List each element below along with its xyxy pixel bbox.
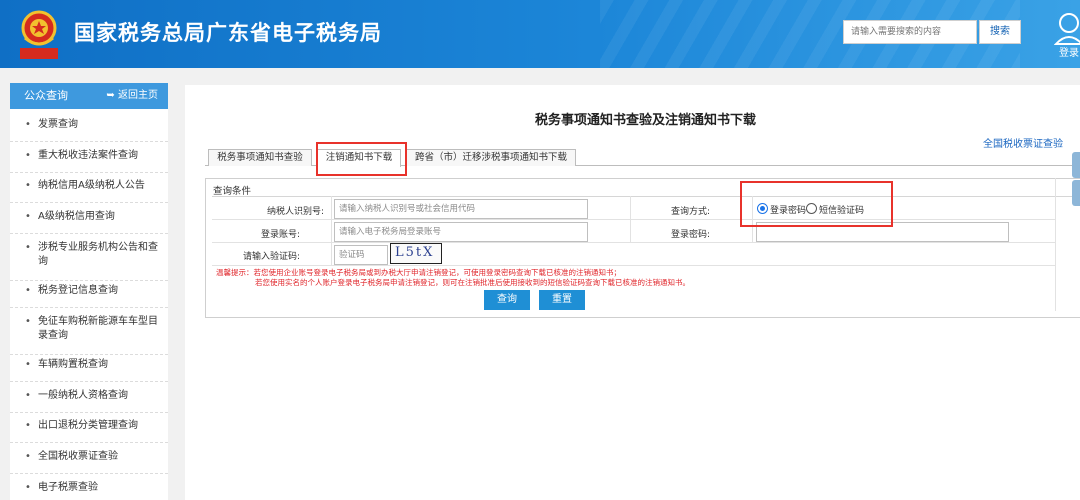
sidebar-header: 公众查询 ➥ 返回主页: [10, 83, 168, 109]
taxpayer-id-input[interactable]: [334, 199, 588, 219]
bullet-icon: •: [25, 451, 31, 462]
row-divider: [212, 242, 1055, 243]
site-title: 国家税务总局广东省电子税务局: [74, 21, 382, 45]
sidebar-item-tax-agency[interactable]: • 涉税专业服务机构公告和查询: [10, 241, 168, 281]
row-divider: [212, 265, 1055, 266]
bullet-icon: •: [25, 180, 31, 191]
tab-migration-download[interactable]: 跨省（市）迁移涉税事项通知书下载: [406, 149, 576, 166]
return-arrow-icon: ➥: [106, 90, 115, 101]
sidebar-item-vehicle-tax[interactable]: • 车辆购置税查询: [10, 358, 168, 382]
sidebar-title: 公众查询: [24, 89, 68, 102]
sidebar-item-label: 纳税信用A级纳税人公告: [38, 180, 145, 191]
account-input[interactable]: [334, 222, 588, 242]
page-title: 税务事项通知书查验及注销通知书下载: [535, 113, 757, 128]
sidebar-item-label: 涉税专业服务机构公告和查询: [38, 242, 158, 267]
query-button[interactable]: 查询: [484, 290, 530, 310]
password-label: 登录密码:: [670, 230, 710, 240]
sidebar-item-ev-catalog[interactable]: • 免征车购税新能源车车型目录查询: [10, 315, 168, 355]
sidebar-item-a-level-announcement[interactable]: • 纳税信用A级纳税人公告: [10, 179, 168, 203]
national-certificate-link[interactable]: 全国税收票证查验: [983, 135, 1063, 150]
row-divider: [212, 219, 1055, 220]
sidebar-item-export-rebate[interactable]: • 出口退税分类管理查询: [10, 419, 168, 443]
tax-emblem-icon: [20, 10, 58, 59]
side-float-tab[interactable]: [1072, 152, 1080, 178]
back-home-label: 返回主页: [118, 90, 158, 101]
sidebar-item-a-level-credit[interactable]: • A级纳税信用查询: [10, 210, 168, 234]
tip-line-2: 若您使用实名的个人账户登录电子税务局申请注销登记，则可在注销批准后使用接收到的短…: [255, 278, 690, 287]
bullet-icon: •: [25, 420, 31, 431]
bullet-icon: •: [25, 390, 31, 401]
sidebar-item-label: A级纳税信用查询: [38, 211, 115, 222]
column-divider: [630, 196, 631, 242]
side-float-tab[interactable]: [1072, 180, 1080, 206]
sidebar-item-e-tax-receipt[interactable]: • 电子税票查验: [10, 481, 168, 500]
sidebar-item-label: 一般纳税人资格查询: [38, 390, 128, 401]
account-label: 登录账号:: [260, 230, 300, 240]
sidebar-item-label: 税务登记信息查询: [38, 285, 118, 296]
bullet-icon: •: [25, 359, 31, 370]
bullet-icon: •: [25, 150, 31, 161]
bullet-icon: •: [25, 482, 31, 493]
sidebar-item-national-certificate[interactable]: • 全国税收票证查验: [10, 450, 168, 474]
captcha-input[interactable]: [334, 245, 388, 265]
tab-notice-verify[interactable]: 税务事项通知书查验: [208, 149, 312, 166]
login-label[interactable]: 登录: [1059, 44, 1079, 59]
sidebar-item-label: 车辆购置税查询: [38, 359, 108, 370]
search-button[interactable]: 搜索: [979, 20, 1021, 44]
bullet-icon: •: [25, 211, 31, 222]
bullet-icon: •: [25, 119, 31, 130]
highlight-box-query-mode: [740, 181, 893, 227]
taxpayer-id-label: 纳税人识别号:: [266, 207, 324, 217]
bullet-icon: •: [25, 285, 31, 296]
column-divider: [1055, 178, 1056, 311]
reset-button[interactable]: 重置: [539, 290, 585, 310]
bullet-icon: •: [25, 316, 31, 327]
captcha-label: 请输入验证码:: [242, 252, 300, 262]
back-home-link[interactable]: ➥ 返回主页: [106, 83, 158, 109]
captcha-image[interactable]: L5tX: [390, 243, 442, 264]
form-caption: 查询条件: [213, 186, 252, 197]
sidebar-item-general-taxpayer[interactable]: • 一般纳税人资格查询: [10, 389, 168, 413]
bullet-icon: •: [25, 242, 31, 253]
sidebar: 公众查询 ➥ 返回主页 • 发票查询 • 重大税收违法案件查询 • 纳税信用A级纳税人…: [10, 83, 168, 500]
column-divider: [331, 196, 332, 265]
sidebar-item-registration[interactable]: • 税务登记信息查询: [10, 284, 168, 308]
query-mode-label: 查询方式:: [670, 207, 710, 217]
sidebar-item-label: 全国税收票证查验: [38, 451, 118, 462]
sidebar-item-label: 免征车购税新能源车车型目录查询: [38, 316, 158, 341]
sidebar-item-label: 发票查询: [38, 119, 78, 130]
sidebar-item-label: 电子税票查验: [38, 482, 98, 493]
sidebar-item-major-violation[interactable]: • 重大税收违法案件查询: [10, 149, 168, 173]
search-input[interactable]: [843, 20, 977, 44]
sidebar-item-label: 出口退税分类管理查询: [38, 420, 138, 431]
highlight-box-tab: [316, 142, 407, 176]
sidebar-item-label: 重大税收违法案件查询: [38, 150, 138, 161]
sidebar-item-invoice-query[interactable]: • 发票查询: [10, 118, 168, 142]
